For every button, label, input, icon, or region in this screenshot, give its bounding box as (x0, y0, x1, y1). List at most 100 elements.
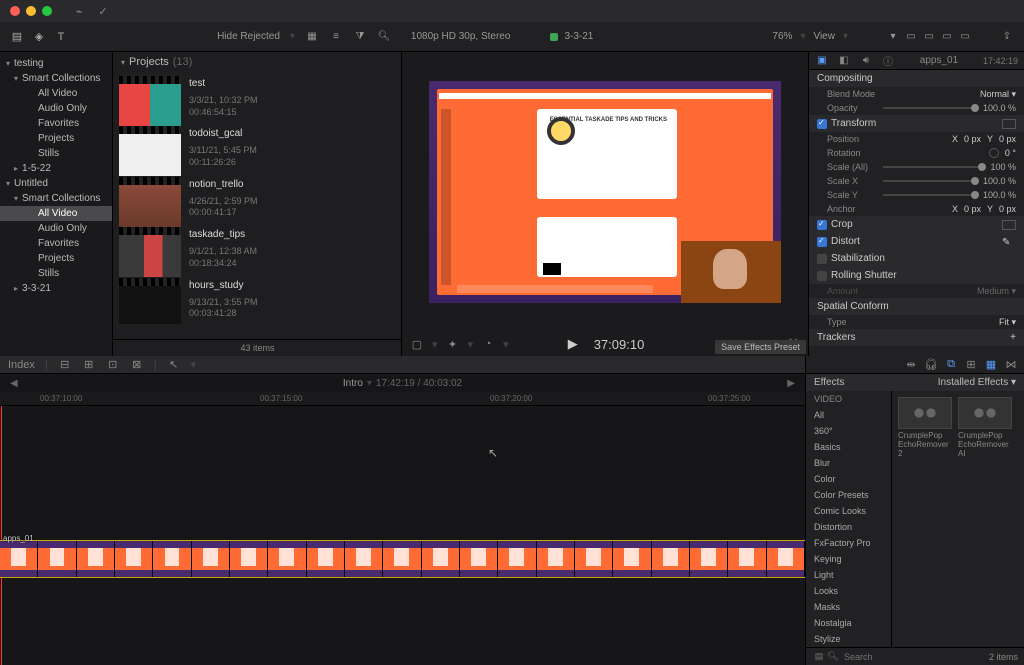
sidebar-item-projects[interactable]: Projects (0, 251, 112, 266)
scale-y-slider[interactable] (883, 194, 979, 196)
layout-3-icon[interactable]: ▭ (940, 30, 954, 44)
crop-reset-icon[interactable] (1002, 220, 1016, 230)
append-clip-icon[interactable]: ⊡ (106, 358, 120, 372)
connect-clip-icon[interactable]: ⊟ (58, 358, 72, 372)
compositing-section[interactable]: Compositing (809, 70, 1024, 87)
layout-4-icon[interactable]: ▭ (958, 30, 972, 44)
sidebar-item-projects[interactable]: Projects (0, 131, 112, 146)
effects-category-masks[interactable]: Masks (806, 599, 891, 615)
titles-icon[interactable]: T (54, 30, 68, 44)
close-window-button[interactable] (10, 6, 20, 16)
sidebar-item-testing[interactable]: ▾testing (0, 56, 112, 71)
type-value[interactable]: Fit ▾ (879, 317, 1016, 328)
minimize-window-button[interactable] (26, 6, 36, 16)
crop-section[interactable]: Crop (831, 219, 853, 230)
filter-icon[interactable]: ⧩ (353, 30, 367, 44)
anchor-x-value[interactable]: 0 px (964, 204, 981, 214)
share-icon[interactable]: ⇪ (1000, 30, 1014, 44)
timeline-title[interactable]: Intro (343, 378, 363, 389)
sidebar-item-stills[interactable]: Stills (0, 146, 112, 161)
effects-category-all[interactable]: All (806, 407, 891, 423)
position-y-value[interactable]: 0 px (999, 134, 1016, 144)
effects-category-stylize[interactable]: Stylize (806, 631, 891, 647)
playhead[interactable] (1, 406, 2, 665)
timeline-canvas[interactable]: apps_01 (0, 406, 805, 665)
enhance-icon[interactable]: ✦ (446, 337, 460, 351)
overwrite-clip-icon[interactable]: ⊠ (130, 358, 144, 372)
blend-mode-value[interactable]: Normal ▾ (879, 89, 1016, 100)
crop-checkbox[interactable] (817, 220, 827, 230)
opacity-slider[interactable] (883, 107, 979, 109)
insert-clip-icon[interactable]: ⊞ (82, 358, 96, 372)
transform-reset-icon[interactable] (1002, 119, 1016, 129)
viewer-frame[interactable]: ESSENTIAL TASKADE TIPS AND TRICKS (429, 81, 781, 303)
effects-category-comic-looks[interactable]: Comic Looks (806, 503, 891, 519)
chevron-down-icon[interactable]: ▾ (121, 58, 125, 67)
effects-category-basics[interactable]: Basics (806, 439, 891, 455)
opacity-value[interactable]: 100.0 % (983, 103, 1016, 113)
trim-tool-icon[interactable]: ⇹ (904, 358, 918, 372)
add-tracker-button[interactable]: + (1010, 332, 1016, 343)
maximize-window-button[interactable] (42, 6, 52, 16)
stabilization-checkbox[interactable] (817, 254, 827, 264)
sidebar-item-1-5-22[interactable]: ▸1-5-22 (0, 161, 112, 176)
color-inspector-tab[interactable]: ◧ (837, 54, 851, 68)
timeline-ruler[interactable]: 00:37:10:00 00:37:15:00 00:37:20:00 00:3… (0, 392, 805, 406)
effects-browser-icon[interactable]: ▦ (984, 358, 998, 372)
anchor-y-value[interactable]: 0 px (999, 204, 1016, 214)
effects-category-360-[interactable]: 360° (806, 423, 891, 439)
timeline-forward-button[interactable]: ▶ (787, 378, 795, 389)
info-inspector-tab[interactable]: ⓘ (881, 54, 895, 68)
timeline-index-button[interactable]: Index (8, 359, 35, 371)
sidebar-item-all-video[interactable]: All Video (0, 206, 112, 221)
effects-category-fxfactory-pro[interactable]: FxFactory Pro (806, 535, 891, 551)
sidebar-item-audio-only[interactable]: Audio Only (0, 221, 112, 236)
select-tool-icon[interactable]: ↖ (167, 358, 181, 372)
rolling-shutter-section[interactable]: Rolling Shutter (831, 270, 897, 281)
trackers-section[interactable]: Trackers (817, 332, 856, 343)
transform-section[interactable]: Transform (831, 118, 876, 129)
sidebar-item-stills[interactable]: Stills (0, 266, 112, 281)
audio-inspector-tab[interactable]: 🔊︎ (859, 54, 873, 68)
rolling-shutter-checkbox[interactable] (817, 271, 827, 281)
transitions-browser-icon[interactable]: ⋈ (1004, 358, 1018, 372)
effects-category-distortion[interactable]: Distortion (806, 519, 891, 535)
stabilization-section[interactable]: Stabilization (831, 253, 885, 264)
timeline-clip[interactable] (0, 540, 805, 578)
media-icon[interactable]: ◈ (32, 30, 46, 44)
retime-icon[interactable]: ◔ (481, 337, 495, 351)
effects-category-color[interactable]: Color (806, 471, 891, 487)
clip-row[interactable]: taskade_tips9/1/21, 12:38 AM00:18:34:24 (113, 223, 401, 273)
key-icon[interactable]: ⌁ (72, 4, 86, 18)
project-chip[interactable]: 3-3-21 (564, 31, 593, 42)
clip-row[interactable]: hours_study9/13/21, 3:55 PM00:03:41:28 (113, 274, 401, 324)
position-x-value[interactable]: 0 px (964, 134, 981, 144)
sidebar-item-favorites[interactable]: Favorites (0, 236, 112, 251)
rotation-value[interactable]: 0 ° (1005, 148, 1016, 158)
distort-section[interactable]: Distort (831, 236, 860, 247)
list-view-icon[interactable]: ≡ (329, 30, 343, 44)
effect-item[interactable]: CrumplePop EchoRemover 2 (898, 397, 952, 458)
grid-view-icon[interactable]: ▦ (305, 30, 319, 44)
filter-effects-icon[interactable]: ▤ (812, 650, 826, 664)
scale-x-value[interactable]: 100.0 % (983, 176, 1016, 186)
clip-row[interactable]: notion_trello4/26/21, 2:59 PM00:00:41:17 (113, 173, 401, 223)
clip-row[interactable]: test3/3/21, 10:32 PM00:46:54:15 (113, 72, 401, 122)
effects-category-blur[interactable]: Blur (806, 455, 891, 471)
sidebar-item-all-video[interactable]: All Video (0, 86, 112, 101)
scale-y-value[interactable]: 100.0 % (983, 190, 1016, 200)
installed-effects-dropdown[interactable]: Installed Effects ▾ (938, 377, 1016, 388)
audio-lanes-icon[interactable]: 🎧︎ (924, 358, 938, 372)
sidebar-item-audio-only[interactable]: Audio Only (0, 101, 112, 116)
timeline-back-button[interactable]: ◀ (10, 378, 18, 389)
save-effects-preset-button[interactable]: Save Effects Preset (715, 340, 806, 354)
library-toggle-icon[interactable]: ▤ (10, 30, 24, 44)
search-icon[interactable]: 🔍︎ (377, 30, 391, 44)
effect-item[interactable]: CrumplePop EchoRemover AI (958, 397, 1012, 458)
zoom-dropdown[interactable]: 76% (772, 31, 792, 42)
effects-category-keying[interactable]: Keying (806, 551, 891, 567)
sidebar-item-3-3-21[interactable]: ▸3-3-21 (0, 281, 112, 296)
scale-x-slider[interactable] (883, 180, 979, 182)
scale-all-slider[interactable] (883, 166, 986, 168)
hide-rejected-dropdown[interactable]: Hide Rejected (217, 31, 280, 42)
